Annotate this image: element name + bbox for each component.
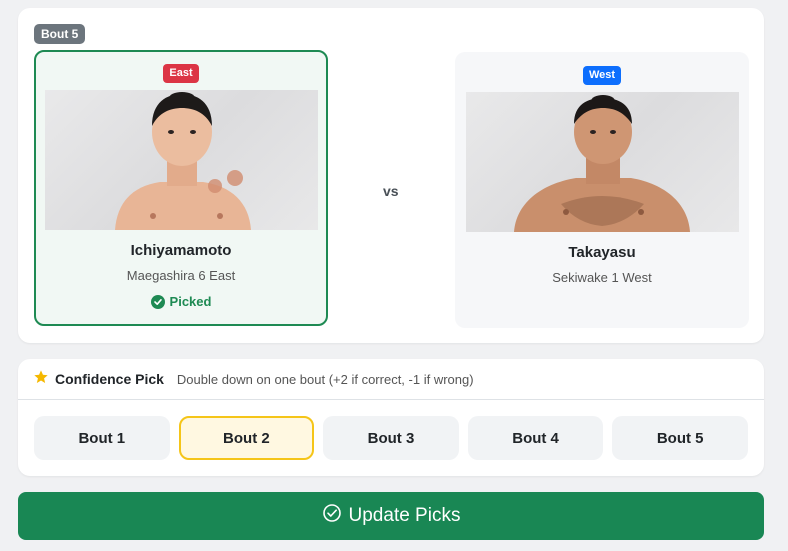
bout-card: Bout 5 East Ichiyamamoto Maegashira 6 Ea… <box>18 8 764 343</box>
west-fighter-name: Takayasu <box>568 244 636 261</box>
update-picks-button[interactable]: Update Picks <box>18 492 764 540</box>
picked-indicator: Picked <box>36 294 326 309</box>
west-fighter-card[interactable]: West Takayasu Sekiwake 1 West <box>455 52 749 328</box>
picked-label: Picked <box>169 294 212 309</box>
confidence-header: Confidence Pick Double down on one bout … <box>18 359 764 400</box>
confidence-option-bout-1[interactable]: Bout 1 <box>34 416 170 460</box>
east-fighter-photo <box>44 90 318 230</box>
check-circle-icon <box>322 503 342 529</box>
confidence-option-bout-2[interactable]: Bout 2 <box>178 416 315 460</box>
east-fighter-name: Ichiyamamoto <box>130 242 232 259</box>
confidence-option-bout-4[interactable]: Bout 4 <box>467 416 604 460</box>
update-picks-label: Update Picks <box>348 505 461 526</box>
bout-number-badge: Bout 5 <box>34 24 86 44</box>
confidence-title: Confidence Pick <box>55 371 164 387</box>
east-fighter-card[interactable]: East Ichiyamamoto Maegashira 6 East Pick… <box>34 50 328 326</box>
west-fighter-rank: Sekiwake 1 West <box>552 270 652 285</box>
confidence-option-bout-5[interactable]: Bout 5 <box>612 416 748 460</box>
star-icon <box>33 369 49 390</box>
east-fighter-rank: Maegashira 6 East <box>126 268 236 283</box>
west-fighter-photo <box>465 92 739 232</box>
confidence-options: Bout 1 Bout 2 Bout 3 Bout 4 Bout 5 <box>18 400 764 460</box>
vs-label: vs <box>383 183 399 199</box>
west-side-badge: West <box>582 66 622 85</box>
confidence-pick-card: Confidence Pick Double down on one bout … <box>18 359 764 476</box>
check-circle-icon <box>150 294 165 309</box>
confidence-option-bout-3[interactable]: Bout 3 <box>323 416 459 460</box>
confidence-description: Double down on one bout (+2 if correct, … <box>176 371 474 387</box>
east-side-badge: East <box>163 64 199 83</box>
